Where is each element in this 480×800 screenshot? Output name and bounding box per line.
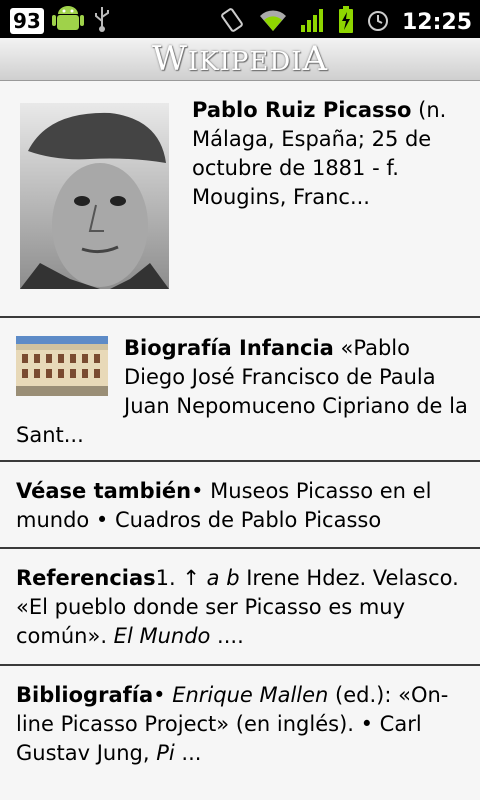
android-icon [51,4,84,38]
vibrate-icon [218,7,246,37]
section-title: Véase también [16,479,192,503]
usb-icon [92,5,112,37]
section-text: Biografía Infancia «Pablo Diego José Fra… [16,336,468,447]
status-bar: 93 12:25 [0,0,480,38]
section-vease-tambien[interactable]: Véase también• Museos Picasso en el mund… [0,462,480,549]
portrait-image [20,103,169,289]
section-bibliografia[interactable]: Bibliografía• Enrique Mallen (ed.): «On-… [0,666,480,779]
section-referencias[interactable]: Referencias1. ↑ a b Irene Hdez. Velasco.… [0,549,480,666]
section-text: Bibliografía• Enrique Mallen (ed.): «On-… [16,683,449,765]
signal-icon [300,7,326,37]
article-title: Pablo Ruiz Picasso [192,98,412,122]
intro-text: Pablo Ruiz Picasso (n. Málaga, España; 2… [192,98,447,209]
section-title: Bibliografía [16,683,154,707]
battery-charging-icon [338,6,354,38]
section-text: Referencias1. ↑ a b Irene Hdez. Velasco.… [16,566,459,648]
wikipedia-logo[interactable]: WIKIPEDIA [152,39,328,79]
section-text: Véase también• Museos Picasso en el mund… [16,479,432,532]
clock: 12:25 [401,9,472,35]
wifi-icon [258,7,288,37]
notification-count-badge: 93 [10,8,44,34]
alarm-icon [366,7,390,37]
section-biografia[interactable]: Biografía Infancia «Pablo Diego José Fra… [0,318,480,462]
section-title: Biografía Infancia [124,336,334,360]
article-intro[interactable]: Pablo Ruiz Picasso (n. Málaga, España; 2… [0,81,480,318]
app-header: WIKIPEDIA [0,38,480,81]
section-title: Referencias [16,566,156,590]
